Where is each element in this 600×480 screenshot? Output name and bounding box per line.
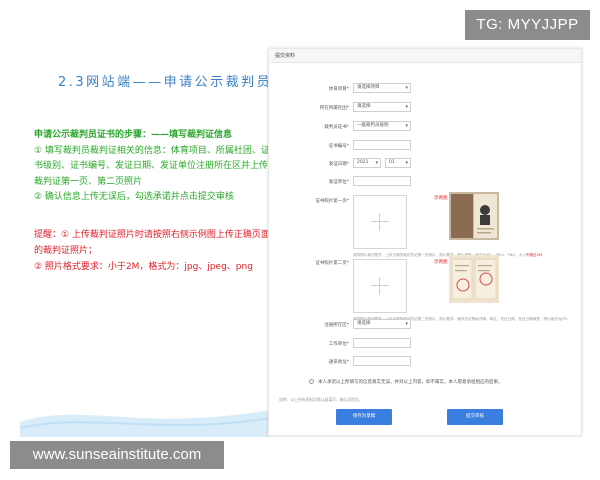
photo2-example-image [449, 255, 499, 303]
row-photo2: 证书照片第二页* [269, 257, 581, 269]
chevron-down-icon: ▾ [405, 123, 408, 129]
footer-note: 说明：以上所有资料均需认真填写，确认后提交。 [279, 397, 363, 402]
org-select[interactable]: 请选择 ▾ [353, 102, 411, 112]
chevron-down-icon: ▾ [405, 85, 408, 91]
row-address: 通讯地址* [269, 356, 581, 368]
issue-date-label: 发证日期* [328, 162, 349, 167]
issue-year-select[interactable]: 2021 ▾ [353, 158, 381, 168]
photo1-upload[interactable] [353, 195, 407, 249]
form-panel: 提交资料 体育项目* 请选择项目 ▾ 所在所属社团* 请选择 ▾ 裁判员证书* 一级… [268, 48, 582, 436]
address-label: 通讯地址* [328, 360, 349, 365]
agreement[interactable]: 本人承诺以上所填写的信息真实无误，并对以上内容，如不属实，本人愿意承担相应的后果… [309, 379, 503, 385]
photo1-label: 证书照片第一页* [315, 199, 349, 204]
step-1-text: ① 填写裁判员裁判证相关的信息：体育项目、所属社团、证书级别、证书编号、发证日期… [34, 145, 270, 187]
photo1-example-image [449, 192, 499, 240]
steps-text: 申请公示裁判员证书的步骤：——填写裁判证信息 ① 填写裁判员裁判证相关的信息：体… [34, 128, 272, 206]
decorative-wave [20, 410, 270, 437]
note-2-text: ② 照片格式要求：小于2M，格式为：jpg、jpeg、png [34, 262, 253, 272]
workplace-label: 工作单位* [328, 342, 349, 347]
district-label: 注册所在区* [324, 323, 349, 328]
step-2-text: ② 确认信息上传无误后，勾选承诺并点击提交审核 [34, 192, 234, 202]
row-district: 注册所在区* 请选择 ▾ [269, 319, 581, 331]
agreement-text: 本人承诺以上所填写的信息真实无误，并对以上内容，如不属实，本人愿意承担相应的后果… [318, 380, 503, 385]
row-issuer: 发证单位* [269, 176, 581, 188]
slide-title: 2.3网站端——申请公示裁判员证书 [58, 75, 274, 90]
note-1-text: 提醒：① 上传裁判证照片时请按照右侧示例图上传正确页面的裁判证照片； [34, 230, 270, 256]
plus-icon [371, 213, 389, 231]
notes-text: 提醒：① 上传裁判证照片时请按照右侧示例图上传正确页面的裁判证照片； ② 照片格… [34, 227, 272, 275]
chevron-down-icon: ▾ [405, 160, 408, 166]
plus-icon [371, 277, 389, 295]
photo2-upload[interactable] [353, 259, 407, 313]
row-issue-date: 发证日期* 2021 ▾ 01 ▾ [269, 158, 581, 170]
org-label: 所在所属社团* [319, 106, 349, 111]
issuer-input[interactable] [353, 176, 411, 186]
sport-select[interactable]: 请选择项目 ▾ [353, 83, 411, 93]
chevron-down-icon: ▾ [375, 160, 378, 166]
row-org: 所在所属社团* 请选择 ▾ [269, 102, 581, 114]
district-select[interactable]: 请选择 ▾ [353, 319, 411, 329]
site-watermark: www.sunseainstitute.com [10, 441, 224, 469]
chevron-down-icon: ▾ [405, 321, 408, 327]
level-label: 裁判员证书* [324, 125, 349, 130]
agreement-radio[interactable] [309, 379, 314, 384]
row-cert-no: 证书编号* [269, 140, 581, 152]
level-select[interactable]: 一级裁判员级别 ▾ [353, 121, 411, 131]
issue-month-select[interactable]: 01 ▾ [385, 158, 411, 168]
telegram-watermark: TG: MYYJJPP [465, 10, 590, 40]
row-workplace: 工作单位* [269, 338, 581, 350]
workplace-input[interactable] [353, 338, 411, 348]
photo2-example-label: 示例图 [434, 260, 448, 265]
cert-no-input[interactable] [353, 140, 411, 150]
sport-label: 体育项目* [328, 87, 349, 92]
steps-heading: 申请公示裁判员证书的步骤：——填写裁判证信息 [34, 130, 233, 140]
photo2-label: 证书照片第二页* [315, 261, 349, 266]
address-input[interactable] [353, 356, 411, 366]
photo1-example-label: 示例图 [434, 196, 448, 201]
save-draft-button[interactable]: 保存为草稿 [336, 409, 392, 425]
row-level: 裁判员证书* 一级裁判员级别 ▾ [269, 121, 581, 133]
submit-button[interactable]: 提交审核 [447, 409, 503, 425]
page: TG: MYYJJPP 2.3网站端——申请公示裁判员证书 申请公示裁判员证书的… [0, 0, 600, 480]
form-header: 提交资料 [269, 49, 581, 63]
row-sport: 体育项目* 请选择项目 ▾ [269, 83, 581, 95]
issuer-label: 发证单位* [328, 180, 349, 185]
cert-no-label: 证书编号* [328, 144, 349, 149]
row-photo1: 证书照片第一页* [269, 195, 581, 207]
chevron-down-icon: ▾ [405, 104, 408, 110]
